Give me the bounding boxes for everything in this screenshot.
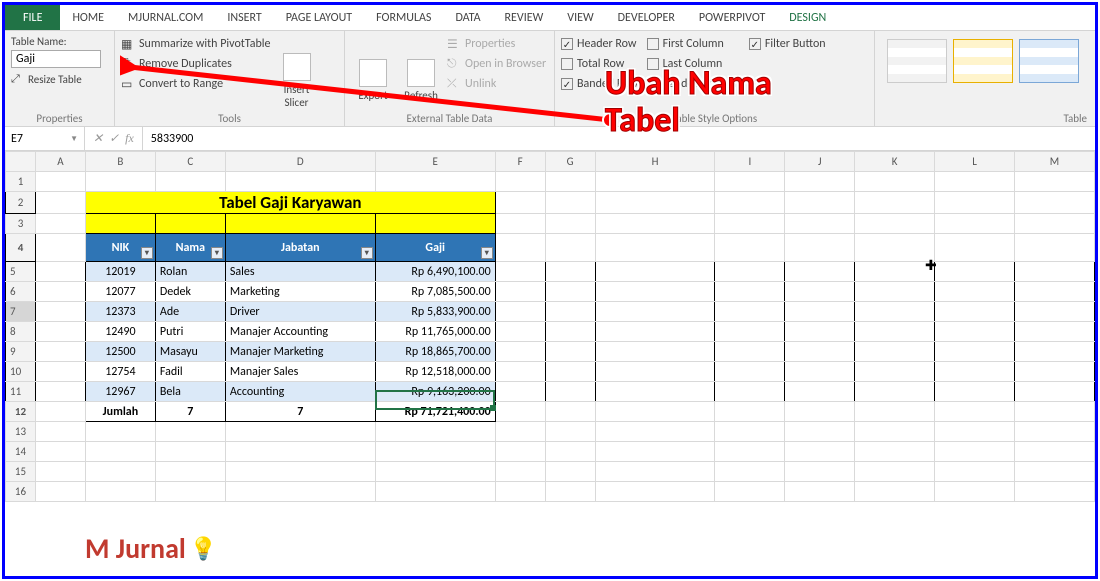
resize-table-button[interactable]: ⤢Resize Table xyxy=(11,72,108,86)
group-external-label: External Table Data xyxy=(345,112,554,125)
tab-pagelayout[interactable]: PAGE LAYOUT xyxy=(274,5,364,30)
bulb-icon: 💡 xyxy=(190,535,217,562)
hdr-gaji[interactable]: Gaji▾ xyxy=(375,234,495,262)
row-11[interactable]: 11 xyxy=(6,382,36,402)
ext-properties: ☰Properties xyxy=(447,35,546,53)
tab-review[interactable]: REVIEW xyxy=(493,5,556,30)
row-10[interactable]: 10 xyxy=(6,362,36,382)
export-icon xyxy=(359,59,387,87)
col-K[interactable]: K xyxy=(855,152,935,172)
accept-formula-icon[interactable]: ✓ xyxy=(109,131,119,146)
row-13[interactable]: 13 xyxy=(6,422,36,442)
row-4[interactable]: 4 xyxy=(6,234,36,262)
pivot-icon: ▦ xyxy=(121,37,135,51)
row-3[interactable]: 3 xyxy=(6,214,36,234)
dedup-icon: ⎘ xyxy=(121,57,135,71)
slicer-icon xyxy=(283,53,311,81)
annotation-text: Ubah Nama Tabel xyxy=(605,65,772,140)
summarize-pivottable[interactable]: ▦Summarize with PivotTable xyxy=(121,35,271,53)
row-5[interactable]: 5 xyxy=(6,262,36,282)
table-title: Tabel Gaji Karyawan xyxy=(85,192,495,214)
tab-developer[interactable]: DEVELOPER xyxy=(606,5,687,30)
group-tools-label: Tools xyxy=(115,112,344,125)
col-M[interactable]: M xyxy=(1015,152,1095,172)
select-all-corner[interactable] xyxy=(6,152,36,172)
formula-bar: E7▼ ✕ ✓ fx 5833900 xyxy=(5,127,1095,151)
chk-filter-button[interactable]: ✓Filter Button xyxy=(749,35,826,53)
group-styles-label: Table xyxy=(875,112,1095,125)
refresh-icon xyxy=(407,59,435,87)
filter-icon[interactable]: ▾ xyxy=(141,247,153,259)
col-B[interactable]: B xyxy=(85,152,155,172)
table-style-1[interactable] xyxy=(887,39,947,83)
filter-icon[interactable]: ▾ xyxy=(481,247,493,259)
col-E[interactable]: E xyxy=(375,152,495,172)
col-L[interactable]: L xyxy=(935,152,1015,172)
row-7[interactable]: 7 xyxy=(6,302,36,322)
unlink: ⤫Unlink xyxy=(447,75,546,93)
tab-file[interactable]: FILE xyxy=(5,5,60,30)
props-icon: ☰ xyxy=(447,37,461,51)
row-16[interactable]: 16 xyxy=(6,482,36,502)
row-8[interactable]: 8 xyxy=(6,322,36,342)
worksheet[interactable]: A B C D E F G H I J K L M 1 2 Tabel Gaji … xyxy=(5,151,1095,576)
tab-view[interactable]: VIEW xyxy=(555,5,605,30)
watermark: M Jurnal💡 xyxy=(85,531,217,566)
ribbon-tabs: FILE HOME MJURNAL.COM INSERT PAGE LAYOUT… xyxy=(5,5,1095,31)
col-I[interactable]: I xyxy=(715,152,785,172)
chk-header-row[interactable]: ✓Header Row xyxy=(561,35,643,53)
row-6[interactable]: 6 xyxy=(6,282,36,302)
tab-powerpivot[interactable]: POWERPIVOT xyxy=(687,5,777,30)
row-15[interactable]: 15 xyxy=(6,462,36,482)
row-1[interactable]: 1 xyxy=(6,172,36,192)
range-icon: ▭ xyxy=(121,77,135,91)
cursor-icon: ✚ xyxy=(925,257,937,274)
tab-data[interactable]: DATA xyxy=(443,5,492,30)
col-C[interactable]: C xyxy=(155,152,225,172)
table-style-2[interactable] xyxy=(953,39,1013,83)
hdr-jabatan[interactable]: Jabatan▾ xyxy=(225,234,375,262)
group-properties-label: Properties xyxy=(5,112,114,125)
col-H[interactable]: H xyxy=(595,152,715,172)
tab-mjurnal[interactable]: MJURNAL.COM xyxy=(116,5,215,30)
filter-icon[interactable]: ▾ xyxy=(361,247,373,259)
col-A[interactable]: A xyxy=(35,152,85,172)
tab-design[interactable]: DESIGN xyxy=(777,5,838,30)
tab-insert[interactable]: INSERT xyxy=(215,5,273,30)
row-2[interactable]: 2 xyxy=(6,192,36,214)
table-style-3[interactable] xyxy=(1019,39,1079,83)
fx-icon[interactable]: fx xyxy=(125,131,134,146)
hdr-nama[interactable]: Nama▾ xyxy=(155,234,225,262)
unlink-icon: ⤫ xyxy=(447,77,461,91)
browser-icon: ⎋ xyxy=(447,57,461,71)
table-name-label: Table Name: xyxy=(11,35,108,48)
tab-home[interactable]: HOME xyxy=(60,5,116,30)
chk-first-col[interactable]: First Column xyxy=(647,35,745,53)
col-F[interactable]: F xyxy=(495,152,545,172)
ribbon: Table Name: ⤢Resize Table Properties ▦Su… xyxy=(5,31,1095,127)
namebox-dropdown-icon[interactable]: ▼ xyxy=(70,134,78,144)
remove-duplicates[interactable]: ⎘Remove Duplicates xyxy=(121,55,271,73)
name-box[interactable]: E7▼ xyxy=(5,127,85,150)
row-14[interactable]: 14 xyxy=(6,442,36,462)
convert-to-range[interactable]: ▭Convert to Range xyxy=(121,75,271,93)
tab-formulas[interactable]: FORMULAS xyxy=(364,5,443,30)
filter-icon[interactable]: ▾ xyxy=(211,247,223,259)
resize-icon: ⤢ xyxy=(11,72,25,86)
hdr-nik[interactable]: NIK▾ xyxy=(85,234,155,262)
col-D[interactable]: D xyxy=(225,152,375,172)
row-9[interactable]: 9 xyxy=(6,342,36,362)
open-in-browser: ⎋Open in Browser xyxy=(447,55,546,73)
table-name-input[interactable] xyxy=(11,50,101,68)
row-12[interactable]: 12 xyxy=(6,402,36,422)
col-J[interactable]: J xyxy=(785,152,855,172)
col-G[interactable]: G xyxy=(545,152,595,172)
cancel-formula-icon[interactable]: ✕ xyxy=(93,131,103,146)
